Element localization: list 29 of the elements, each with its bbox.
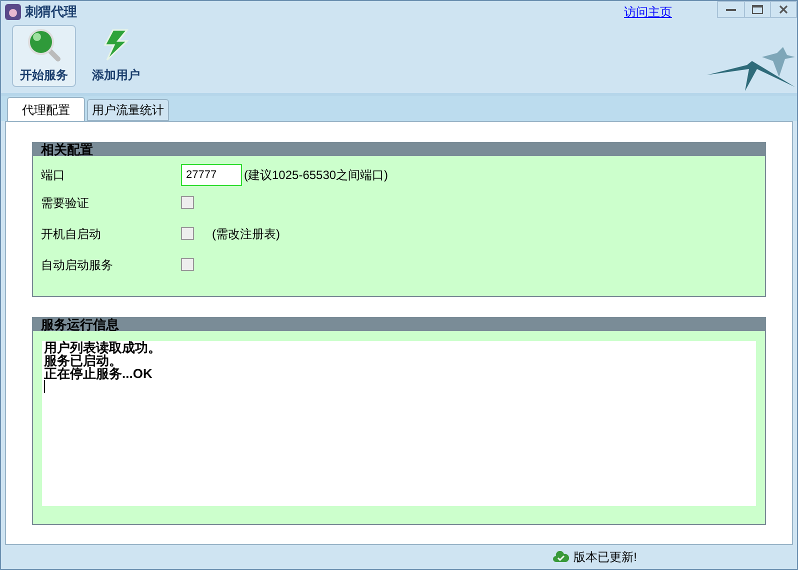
log-line: 服务已启动。: [44, 354, 122, 367]
tab[interactable]: 用户流量统计: [87, 99, 169, 121]
homepage-link[interactable]: 访问主页: [624, 3, 672, 21]
option-label: 自动启动服务: [41, 256, 114, 274]
minimize-icon: [726, 8, 736, 12]
port-field[interactable]: 27777: [181, 164, 242, 186]
checkbox[interactable]: [181, 227, 194, 240]
port-hint: (建议1025-65530之间端口): [244, 167, 388, 184]
log-line: 正在停止服务...OK: [44, 367, 154, 380]
section-header: 相关配置: [33, 143, 765, 156]
checkbox[interactable]: [181, 196, 194, 209]
checkbox[interactable]: [181, 258, 194, 271]
log-area[interactable]: 用户列表读取成功。 服务已启动。 正在停止服务...OK: [42, 341, 756, 506]
close-icon: [779, 5, 788, 14]
window-title: 刺猬代理: [25, 3, 77, 22]
option-note: (需改注册表): [212, 226, 280, 242]
section-header: 服务运行信息: [33, 318, 765, 331]
app-logo-icon: [5, 4, 21, 20]
toolbar-button[interactable]: 添加用户: [84, 25, 148, 87]
toolbar-button[interactable]: 开始服务: [12, 25, 76, 87]
option-label: 需要验证: [41, 194, 90, 212]
log-line: 用户列表读取成功。: [44, 341, 162, 354]
search-icon: [27, 28, 61, 62]
status-message: 版本已更新!: [574, 549, 637, 566]
maximize-icon: [752, 5, 763, 14]
option-label: 开机自启动: [41, 226, 102, 242]
cloud-check-icon: [552, 551, 569, 563]
tab[interactable]: 代理配置: [7, 97, 85, 121]
port-label: 端口: [41, 167, 66, 184]
